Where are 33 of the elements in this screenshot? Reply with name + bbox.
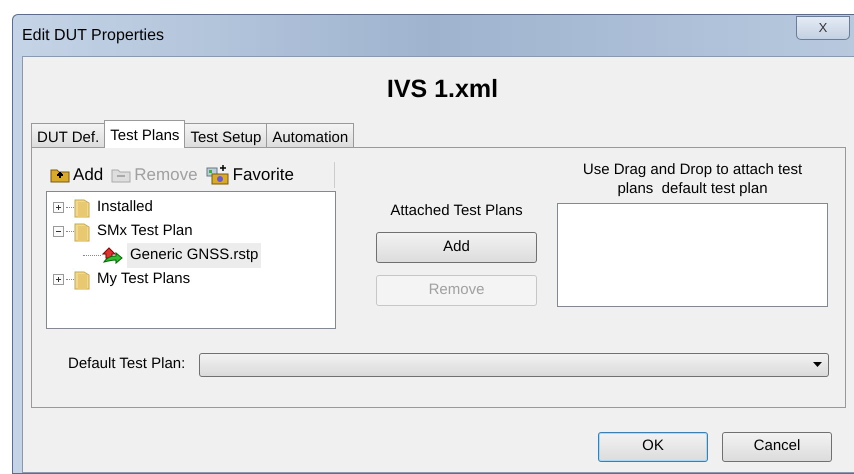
- drag-drop-hint: Use Drag and Drop to attach test plans default test plan: [582, 160, 804, 198]
- tab[interactable]: Automation: [266, 122, 354, 146]
- close-button[interactable]: X: [796, 16, 850, 40]
- tab[interactable]: DUT Def.: [31, 122, 106, 146]
- default-test-plan-label: Default Test Plan:: [68, 354, 186, 374]
- expand-icon[interactable]: [53, 274, 64, 285]
- favorite-toolbar-button[interactable]: Favorite: [206, 162, 294, 188]
- default-test-plan-dropdown[interactable]: [199, 352, 829, 376]
- dialog-button[interactable]: Cancel: [722, 432, 832, 462]
- window-title: Edit DUT Properties: [22, 26, 164, 46]
- attached-plans-list[interactable]: [557, 202, 828, 306]
- tree-item[interactable]: My Test Plans: [94, 267, 194, 292]
- dut-file-title: IVS 1.xml: [386, 74, 500, 105]
- remove-folder-icon: [111, 166, 132, 182]
- folder-icon: [74, 270, 90, 290]
- favorite-folder-icon: [206, 164, 230, 184]
- collapse-icon[interactable]: [53, 226, 64, 237]
- test-plan-icon: [101, 246, 123, 266]
- folder-icon: [74, 222, 90, 242]
- add-toolbar-button[interactable]: Add: [50, 162, 104, 188]
- tab[interactable]: Test Setup: [184, 122, 268, 146]
- attached-test-plans-label: Attached Test Plans: [390, 200, 523, 220]
- dropdown-arrow-icon: [813, 362, 822, 368]
- add-folder-icon: [50, 166, 70, 182]
- tab[interactable]: Test Plans: [104, 120, 186, 148]
- expand-icon[interactable]: [53, 202, 64, 213]
- dialog-button[interactable]: OK: [598, 432, 708, 462]
- add-attached-button[interactable]: Add: [376, 232, 537, 263]
- tree-item[interactable]: Generic GNSS.rstp: [127, 243, 262, 268]
- tree-item[interactable]: SMx Test Plan: [94, 219, 196, 244]
- folder-icon: [74, 198, 90, 218]
- test-plan-tree[interactable]: Installed SMx Test Plan Generic GNSS.rstp My Test Plans: [46, 190, 336, 328]
- tree-item[interactable]: Installed: [94, 195, 156, 220]
